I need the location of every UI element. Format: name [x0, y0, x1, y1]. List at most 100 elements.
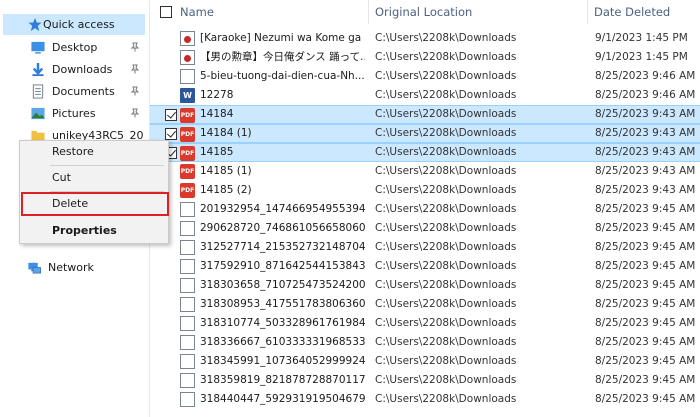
table-row[interactable]: [Karaoke] Nezumi wa Kome ga ... C:\Users\…: [150, 29, 700, 48]
file-name: 14185 (1): [200, 165, 252, 177]
pin-icon[interactable]: [130, 108, 140, 118]
pdf-file-icon: PDF: [180, 146, 195, 161]
file-icon: [180, 31, 195, 46]
table-row[interactable]: 312527714_2153527321487046_6... C:\Users\…: [150, 238, 700, 257]
menu-separator: [50, 165, 164, 166]
table-row[interactable]: 318440447_592931919504679_49... C:\Users\…: [150, 390, 700, 409]
date-deleted: 8/25/2023 9:43 AM: [595, 108, 696, 120]
image-file-icon: [180, 278, 195, 293]
original-location: C:\Users\2208k\Downloads: [375, 165, 517, 177]
column-header: Name Original Location Date Deleted: [150, 0, 700, 24]
pdf-file-icon: PDF: [180, 127, 195, 142]
table-row[interactable]: W 12278 C:\Users\2208k\Downloads 8/25/2023 …: [150, 86, 700, 105]
file-name: 5-bieu-tuong-dai-dien-cua-Nh...: [200, 70, 365, 82]
cut-menu-item[interactable]: Cut: [20, 167, 168, 189]
original-location: C:\Users\2208k\Downloads: [375, 374, 517, 386]
original-location: C:\Users\2208k\Downloads: [375, 241, 517, 253]
file-name: 312527714_2153527321487046_6...: [200, 241, 365, 253]
table-row[interactable]: 318359819_821878728870117_62... C:\Users\…: [150, 371, 700, 390]
table-row[interactable]: 290628720_746861056658060_18... C:\Users\…: [150, 219, 700, 238]
file-name: 318336667_6103333319685330_7...: [200, 336, 365, 348]
download-icon: [32, 62, 44, 77]
date-deleted: 8/25/2023 9:45 AM: [595, 241, 696, 253]
sidebar-item-downloads[interactable]: Downloads: [4, 59, 148, 80]
date-deleted: 8/25/2023 9:45 AM: [595, 317, 696, 329]
sidebar-item-label: Quick access: [43, 18, 115, 31]
original-location: C:\Users\2208k\Downloads: [375, 108, 517, 120]
original-location: C:\Users\2208k\Downloads: [375, 89, 517, 101]
pin-icon[interactable]: [130, 64, 140, 74]
sidebar-item-pictures[interactable]: Pictures: [4, 103, 148, 124]
table-row[interactable]: PDF 14185 (2) C:\Users\2208k\Downloads 8/25…: [150, 181, 700, 200]
table-row[interactable]: PDF 14184 (1) C:\Users\2208k\Downloads 8/25…: [150, 124, 700, 143]
properties-menu-item[interactable]: Properties: [20, 220, 168, 242]
original-location: C:\Users\2208k\Downloads: [375, 355, 517, 367]
original-location: C:\Users\2208k\Downloads: [375, 184, 517, 196]
date-deleted: 9/1/2023 1:45 PM: [595, 32, 688, 44]
delete-highlight-box: [21, 192, 169, 216]
date-deleted: 8/25/2023 9:45 AM: [595, 260, 696, 272]
sidebar-item-network[interactable]: Network: [4, 257, 148, 278]
column-original-location[interactable]: Original Location: [369, 0, 588, 24]
table-row[interactable]: 5-bieu-tuong-dai-dien-cua-Nh... C:\Users\…: [150, 67, 700, 86]
file-name: 318310774_503328961761984_37...: [200, 317, 365, 329]
file-name: 14184: [200, 108, 234, 120]
row-checkbox[interactable]: [165, 128, 177, 140]
table-row[interactable]: 317592910_871642544153843_53... C:\Users\…: [150, 257, 700, 276]
column-name[interactable]: Name: [174, 0, 369, 24]
sidebar-item-documents[interactable]: Documents: [4, 81, 148, 102]
file-name: 201932954_1474669549553948_1...: [200, 203, 365, 215]
original-location: C:\Users\2208k\Downloads: [375, 127, 517, 139]
file-name: 318303658_710725473524200_91...: [200, 279, 365, 291]
table-row[interactable]: PDF 14185 (1) C:\Users\2208k\Downloads 8/25…: [150, 162, 700, 181]
original-location: C:\Users\2208k\Downloads: [375, 51, 517, 63]
table-row[interactable]: 318345991_1073640529999241_7... C:\Users\…: [150, 352, 700, 371]
table-row[interactable]: 318308953_417551783806360_39... C:\Users\…: [150, 295, 700, 314]
sidebar-item-label: Desktop: [52, 41, 98, 54]
sidebar-item-label: Documents: [52, 85, 115, 98]
pin-icon[interactable]: [130, 42, 140, 52]
file-list: Name Original Location Date Deleted [Kar…: [150, 0, 700, 417]
table-row[interactable]: PDF 14185 C:\Users\2208k\Downloads 8/25/202…: [150, 143, 700, 162]
file-name: 14185 (2): [200, 184, 252, 196]
table-row[interactable]: 318336667_6103333319685330_7... C:\Users\…: [150, 333, 700, 352]
network-icon: [28, 262, 41, 274]
pdf-file-icon: PDF: [180, 164, 195, 179]
date-deleted: 8/25/2023 9:46 AM: [595, 89, 696, 101]
file-name: 14185: [200, 146, 234, 158]
image-file-icon: [180, 316, 195, 331]
date-deleted: 8/25/2023 9:43 AM: [595, 184, 696, 196]
date-deleted: 8/25/2023 9:45 AM: [595, 222, 696, 234]
date-deleted: 8/25/2023 9:45 AM: [595, 336, 696, 348]
sidebar-item-quick-access[interactable]: Quick access: [3, 14, 145, 35]
context-menu: Restore Cut Delete Properties: [19, 140, 169, 244]
table-row[interactable]: 318310774_503328961761984_37... C:\Users\…: [150, 314, 700, 333]
sidebar-item-label: Pictures: [52, 107, 96, 120]
pdf-file-icon: PDF: [180, 183, 195, 198]
date-deleted: 9/1/2023 1:45 PM: [595, 51, 688, 63]
date-deleted: 8/25/2023 9:45 AM: [595, 374, 696, 386]
table-row[interactable]: 318303658_710725473524200_91... C:\Users\…: [150, 276, 700, 295]
file-name: [Karaoke] Nezumi wa Kome ga ...: [200, 32, 365, 44]
date-deleted: 8/25/2023 9:43 AM: [595, 165, 696, 177]
table-row[interactable]: PDF 14184 C:\Users\2208k\Downloads 8/25/202…: [150, 105, 700, 124]
pdf-file-icon: PDF: [180, 108, 195, 123]
sidebar-item-desktop[interactable]: Desktop: [4, 37, 148, 58]
table-row[interactable]: 【男の勲章】今日俺ダンス 踊って... C:\Users\2208k\Downlo…: [150, 48, 700, 67]
column-date-deleted[interactable]: Date Deleted: [588, 0, 700, 24]
row-checkbox[interactable]: [165, 109, 177, 121]
file-icon: [180, 50, 195, 65]
original-location: C:\Users\2208k\Downloads: [375, 260, 517, 272]
sidebar-item-label: Downloads: [52, 63, 113, 76]
documents-icon: [32, 84, 44, 99]
select-all-checkbox[interactable]: [160, 6, 172, 18]
date-deleted: 8/25/2023 9:45 AM: [595, 355, 696, 367]
pin-icon[interactable]: [130, 86, 140, 96]
date-deleted: 8/25/2023 9:45 AM: [595, 203, 696, 215]
restore-menu-item[interactable]: Restore: [20, 141, 168, 163]
original-location: C:\Users\2208k\Downloads: [375, 70, 517, 82]
file-name: 【男の勲章】今日俺ダンス 踊って...: [200, 51, 365, 63]
image-file-icon: [180, 392, 195, 407]
table-row[interactable]: 201932954_1474669549553948_1... C:\Users\…: [150, 200, 700, 219]
original-location: C:\Users\2208k\Downloads: [375, 317, 517, 329]
